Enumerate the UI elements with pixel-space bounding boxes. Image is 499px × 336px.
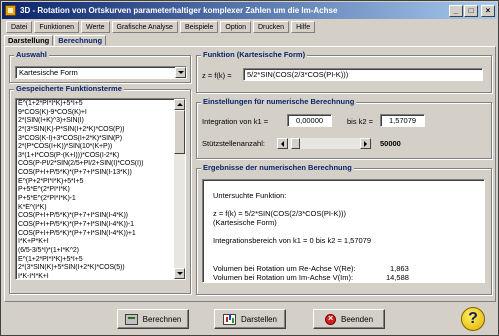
menu-grafische-analyse[interactable]: Grafische Analyse bbox=[111, 21, 178, 33]
scroll-up-button[interactable] bbox=[174, 99, 185, 110]
result-function: z = f(k) = 5/2*SIN(COS(2/3*COS(PI-K))) bbox=[213, 209, 346, 218]
result-heading: Untersuchte Funktion: bbox=[213, 191, 287, 200]
k2-input[interactable]: 1,57079 bbox=[380, 114, 425, 127]
funktion-group: Funktion (Kartesische Form) z = f(k) = 5… bbox=[196, 50, 492, 93]
menu-option[interactable]: Option bbox=[220, 21, 251, 33]
list-item[interactable]: 2*(SIN(I+K)^3)+SIN(I) bbox=[18, 117, 174, 126]
app-window: 3D - Rotation von Ortskurven parameterha… bbox=[0, 0, 499, 336]
volume-im-label: Volumen bei Rotation um Im-Achse V(Im): bbox=[213, 273, 354, 282]
list-item[interactable]: (6/5-3/5*I)*(1+I*K^2) bbox=[18, 247, 174, 256]
menu-beispiele[interactable]: Beispiele bbox=[179, 21, 219, 33]
berechnen-button[interactable]: Berechnen bbox=[117, 309, 189, 329]
darstellen-label: Darstellen bbox=[240, 314, 277, 324]
tab-berechnung[interactable]: Berechnung bbox=[54, 35, 107, 46]
list-item[interactable]: 3*(1+I*COS(P-(K+I)))*COS(I-2*K) bbox=[18, 152, 174, 161]
form-select[interactable]: Kartesische Form bbox=[15, 66, 187, 79]
auswahl-group: Auswahl Kartesische Form bbox=[9, 50, 191, 83]
beenden-button[interactable]: Beenden bbox=[313, 309, 385, 329]
list-item[interactable]: P+5*E^(2*PI*I*K)-1 bbox=[18, 195, 174, 204]
saved-terms-items: E^(1+2*PI*I*K)+5*I+5 9*COS(K)-9*COS(K)+I 2… bbox=[18, 100, 174, 279]
list-item[interactable]: E^(1+2*PI*I*K)+5*I+5 bbox=[18, 100, 174, 109]
menu-hilfe[interactable]: Hilfe bbox=[291, 21, 316, 33]
close-button[interactable]: × bbox=[481, 4, 495, 17]
list-item[interactable]: COS(P+I+P/5*K)*(P+7+I*SIN(I-4*K))+1 bbox=[18, 230, 174, 239]
menu-datei[interactable]: Datei bbox=[6, 21, 33, 33]
bis-label: bis k2 = bbox=[347, 117, 374, 126]
list-item[interactable]: E^(1+2*PI*I*K)+5*I+5 bbox=[18, 256, 174, 265]
volume-re-value: 1,863 bbox=[390, 264, 409, 273]
exit-icon bbox=[324, 313, 336, 325]
list-item[interactable]: 2*(3*SIN(K)+5*SIN(I+2*K)*COS(5)) bbox=[18, 264, 174, 273]
berechnen-label: Berechnen bbox=[142, 314, 182, 324]
tab-darstellung[interactable]: Darstellung bbox=[4, 35, 54, 46]
menu-bar: Datei Funktionen Werte Grafische Analyse… bbox=[2, 20, 497, 34]
stuetzstellen-value: 50000 bbox=[380, 139, 401, 148]
menu-drucken[interactable]: Drucken bbox=[253, 21, 290, 33]
function-prefix-label: z = f(k) = bbox=[202, 71, 232, 80]
list-item[interactable]: COS(P-PI/2*SIN(2/5+PI/2+SIN(I)*COS(I)) bbox=[18, 160, 174, 169]
minimize-button[interactable]: _ bbox=[449, 4, 463, 17]
saved-terms-title: Gespeicherte Funktionsterme bbox=[14, 84, 124, 93]
scroll-down-button[interactable] bbox=[174, 268, 185, 279]
list-item[interactable]: 2*(3*SIN(K)-P*SIN(I+2*K)*COS(P)) bbox=[18, 126, 174, 135]
volume-re-label: Volumen bei Rotation um Re-Achse V(Re): bbox=[213, 264, 356, 273]
slider-thumb[interactable] bbox=[291, 138, 301, 149]
settings-group: Einstellungen für numerische Berechnung … bbox=[196, 97, 492, 159]
slider-left-button[interactable] bbox=[277, 138, 288, 149]
list-item[interactable]: P+5*E^(2*PI*I*K) bbox=[18, 186, 174, 195]
result-range: Integrationsbereich von k1 = 0 bis k2 = … bbox=[213, 236, 372, 245]
window-title: 3D - Rotation von Ortskurven parameterha… bbox=[20, 6, 338, 15]
volume-im-value: 14,588 bbox=[386, 273, 409, 282]
scroll-thumb[interactable] bbox=[174, 110, 185, 154]
list-item[interactable]: 3*COS(K-I)+3*COS(I+2*K)*SIN(P) bbox=[18, 135, 174, 144]
form-select-value: Kartesische Form bbox=[19, 68, 78, 77]
stuetzstellen-slider[interactable] bbox=[277, 138, 371, 149]
list-item[interactable]: I*K-I*I*K+I bbox=[18, 273, 174, 279]
integration-label: Integration von k1 = bbox=[202, 117, 269, 126]
list-item[interactable]: K*E^(I*K) bbox=[18, 204, 174, 213]
list-item[interactable]: 9*COS(K)-9*COS(K)+I bbox=[18, 109, 174, 118]
saved-terms-group: Gespeicherte Funktionsterme E^(1+2*PI*I*… bbox=[9, 84, 191, 294]
funktion-title: Funktion (Kartesische Form) bbox=[201, 50, 308, 59]
tab-page-berechnung: Auswahl Kartesische Form Gespeicherte Fu… bbox=[4, 46, 496, 302]
saved-terms-list[interactable]: E^(1+2*PI*I*K)+5*I+5 9*COS(K)-9*COS(K)+I 2… bbox=[15, 98, 186, 280]
menu-funktionen[interactable]: Funktionen bbox=[34, 21, 79, 33]
settings-title: Einstellungen für numerische Berechnung bbox=[201, 97, 357, 106]
chart-icon bbox=[222, 313, 236, 325]
saved-terms-scrollbar[interactable] bbox=[174, 99, 185, 279]
stuetzstellen-label: Stützstellenanzahl: bbox=[202, 139, 265, 148]
list-item[interactable]: E^(P+2*PI*I*K)+5*I+5 bbox=[18, 178, 174, 187]
chevron-down-icon[interactable] bbox=[175, 67, 186, 78]
result-form: (Kartesische Form) bbox=[213, 218, 277, 227]
tab-strip: Darstellung Berechnung bbox=[4, 35, 107, 46]
help-icon[interactable]: ? bbox=[461, 307, 485, 331]
list-item[interactable]: 2*(P*COS(I+K))*SIN(10*(K+P)) bbox=[18, 143, 174, 152]
list-item[interactable]: COS(P+I+P/5*K)*(P+7+I*SIN(I-13*K)) bbox=[18, 169, 174, 178]
list-item[interactable]: COS(P+I+P/5*K)*(P+7+I*SIN(I-4*K))-1 bbox=[18, 221, 174, 230]
app-icon bbox=[5, 5, 16, 16]
darstellen-button[interactable]: Darstellen bbox=[214, 309, 286, 329]
results-textbox[interactable]: Untersuchte Funktion: z = f(k) = 5/2*SIN… bbox=[202, 179, 485, 283]
calculator-icon bbox=[124, 313, 138, 325]
list-item[interactable]: I*K+P*K+I bbox=[18, 238, 174, 247]
function-term-input[interactable]: 5/2*SIN(COS(2/3*COS(PI-K))) bbox=[243, 68, 483, 81]
menu-werte[interactable]: Werte bbox=[80, 21, 110, 33]
list-item[interactable]: COS(P+I+P/5*K)*(P+7+I*SIN(I-4*K)) bbox=[18, 212, 174, 221]
k1-input[interactable]: 0,00000 bbox=[287, 114, 332, 127]
title-bar[interactable]: 3D - Rotation von Ortskurven parameterha… bbox=[2, 2, 497, 19]
slider-right-button[interactable] bbox=[360, 138, 371, 149]
maximize-button[interactable]: □ bbox=[464, 4, 478, 17]
auswahl-title: Auswahl bbox=[14, 50, 49, 59]
beenden-label: Beenden bbox=[340, 314, 374, 324]
results-group: Ergebnisse der numerischen Berechnung Un… bbox=[196, 163, 492, 295]
results-title: Ergebnisse der numerischen Berechnung bbox=[201, 163, 354, 172]
